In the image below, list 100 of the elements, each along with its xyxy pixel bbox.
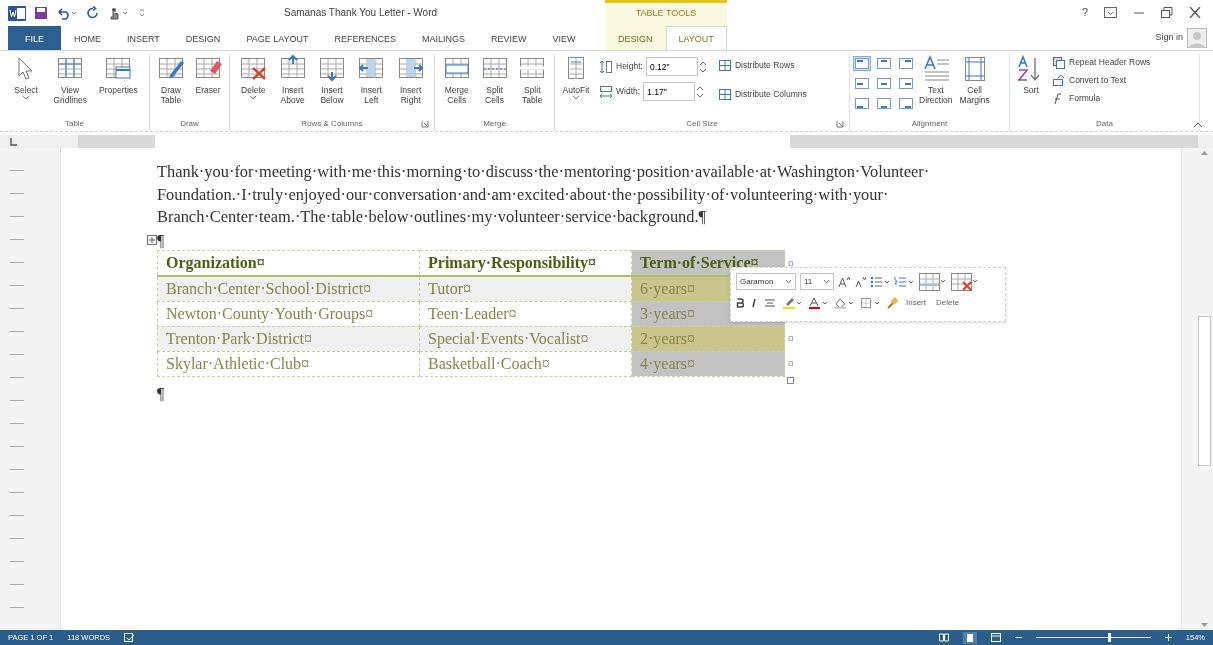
- read-mode-icon[interactable]: [938, 633, 949, 642]
- ribbon-button[interactable]: Draw Table: [153, 54, 189, 107]
- mini-toolbar-button[interactable]: Delete: [934, 296, 962, 309]
- zoom-in-icon[interactable]: [1164, 634, 1172, 641]
- font-size-field[interactable]: 11: [800, 273, 834, 290]
- ribbon-button[interactable]: Delete: [235, 54, 272, 106]
- ribbon-command[interactable]: Convert to Text: [1050, 72, 1153, 89]
- ribbon-command[interactable]: Distribute Rows: [715, 57, 809, 74]
- scroll-thumb[interactable]: [1198, 316, 1211, 466]
- align-button[interactable]: [853, 56, 871, 71]
- shading-icon[interactable]: [834, 296, 854, 309]
- align-button[interactable]: [853, 76, 871, 91]
- group-label: Table: [64, 118, 85, 130]
- scroll-down-icon[interactable]: [1200, 622, 1209, 628]
- ribbon-button[interactable]: Split Cells: [476, 54, 513, 107]
- ribbon-button[interactable]: Sort: [1013, 54, 1049, 97]
- bullets-icon[interactable]: [870, 275, 890, 288]
- mini-toolbar-button[interactable]: Insert: [904, 296, 928, 309]
- format-painter-icon[interactable]: [886, 296, 898, 309]
- spinner-icon[interactable]: [696, 84, 705, 99]
- ribbon-tab[interactable]: PAGE LAYOUT: [233, 26, 322, 50]
- collapse-ribbon-icon[interactable]: [1193, 122, 1203, 128]
- cell-alignment-icon: [899, 98, 913, 109]
- web-layout-icon[interactable]: [990, 633, 1001, 642]
- zoom-out-icon[interactable]: [1014, 634, 1022, 641]
- align-button[interactable]: [853, 96, 871, 111]
- align-button[interactable]: [897, 96, 915, 111]
- ribbon-button[interactable]: Insert Right: [392, 54, 429, 107]
- ribbon-display-icon[interactable]: [1104, 7, 1117, 18]
- ribbon-tab[interactable]: DESIGN: [605, 26, 666, 50]
- table-cell: Special·Events·Vocalist¤: [419, 326, 632, 351]
- ribbon-button[interactable]: Merge Cells: [438, 54, 475, 107]
- width-label: Width:: [616, 85, 641, 98]
- group-label: Merge: [483, 118, 506, 130]
- grow-font-icon[interactable]: [838, 275, 850, 288]
- redo-icon[interactable]: [86, 5, 100, 20]
- scroll-up-icon[interactable]: [1200, 150, 1209, 156]
- spinner-icon[interactable]: [698, 59, 707, 74]
- print-layout-icon[interactable]: [962, 631, 977, 644]
- align-button[interactable]: [897, 56, 915, 71]
- touch-mode-icon[interactable]: [108, 5, 130, 20]
- shrink-font-icon[interactable]: [854, 275, 866, 288]
- ribbon-button[interactable]: Insert Above: [274, 54, 311, 107]
- ribbon-tab[interactable]: FILE: [8, 26, 61, 50]
- font-color-icon[interactable]: [808, 296, 828, 309]
- font-size-value: 11: [804, 275, 813, 288]
- table-cell: Basketball·Coach¤: [419, 351, 632, 376]
- ribbon-button[interactable]: Insert Left: [353, 54, 390, 107]
- ribbon-tab[interactable]: HOME: [61, 26, 114, 50]
- ribbon-button[interactable]: Split Table: [514, 54, 551, 107]
- dialog-launcher-icon[interactable]: [836, 120, 844, 128]
- ribbon-button[interactable]: View Gridlines: [50, 54, 90, 107]
- italic-icon[interactable]: [750, 297, 758, 308]
- align-button[interactable]: [897, 76, 915, 91]
- numbering-icon[interactable]: [894, 275, 914, 288]
- height-field[interactable]: 0.12": [645, 57, 698, 76]
- save-icon[interactable]: [34, 5, 48, 20]
- ribbon-tab[interactable]: REFERENCES: [321, 26, 410, 50]
- delete-table-icon[interactable]: [950, 271, 978, 292]
- app-icon[interactable]: [8, 4, 26, 21]
- ribbon-tab[interactable]: INSERT: [114, 26, 173, 50]
- zoom-slider-thumb[interactable]: [1108, 633, 1112, 642]
- borders-icon[interactable]: [860, 296, 880, 309]
- ribbon-tab[interactable]: MAILINGS: [409, 26, 479, 50]
- ribbon-tab[interactable]: LAYOUT: [665, 26, 727, 50]
- ribbon-button[interactable]: Properties: [96, 54, 141, 97]
- font-field[interactable]: Garamon: [736, 273, 796, 290]
- center-align-icon[interactable]: [764, 297, 776, 308]
- ribbon-button[interactable]: Eraser: [190, 54, 226, 97]
- ribbon-tab[interactable]: VIEW: [539, 26, 589, 50]
- proofing-icon[interactable]: [124, 633, 136, 642]
- dialog-launcher-icon[interactable]: [421, 120, 429, 128]
- ribbon-command[interactable]: Repeat Header Rows: [1050, 54, 1153, 71]
- align-button[interactable]: [875, 76, 893, 91]
- ribbon-button[interactable]: AutoFit: [558, 54, 594, 106]
- ribbon-command[interactable]: Formula: [1050, 90, 1153, 107]
- ribbon-tab[interactable]: REVIEW: [478, 26, 540, 50]
- table-resize-handle-icon[interactable]: [787, 376, 794, 384]
- bold-icon[interactable]: [736, 297, 744, 308]
- close-icon[interactable]: [1189, 7, 1201, 18]
- restore-icon[interactable]: [1161, 7, 1173, 18]
- width-field[interactable]: 1.17": [643, 82, 696, 101]
- tab-selector-icon[interactable]: [8, 137, 18, 147]
- cell-alignment-icon: [877, 58, 891, 69]
- align-button[interactable]: [875, 96, 893, 111]
- customize-icon[interactable]: [138, 6, 146, 19]
- table-move-handle-icon[interactable]: [147, 235, 157, 245]
- undo-icon[interactable]: [56, 5, 78, 20]
- sign-in-link[interactable]: Sign in: [1155, 30, 1183, 45]
- ribbon-button[interactable]: Insert Below: [314, 54, 350, 107]
- ribbon-button[interactable]: Text Direction: [916, 54, 956, 107]
- ribbon-tab[interactable]: DESIGN: [172, 26, 234, 50]
- insert-table-icon[interactable]: [918, 271, 946, 292]
- ribbon-command[interactable]: Distribute Columns: [715, 86, 809, 103]
- help-button[interactable]: ?: [1081, 4, 1088, 21]
- insert-row-icon: [317, 55, 347, 82]
- highlight-icon[interactable]: [782, 296, 802, 309]
- align-button[interactable]: [875, 56, 893, 71]
- ribbon-button[interactable]: Cell Margins: [956, 54, 993, 107]
- ribbon-button[interactable]: Select: [8, 54, 45, 106]
